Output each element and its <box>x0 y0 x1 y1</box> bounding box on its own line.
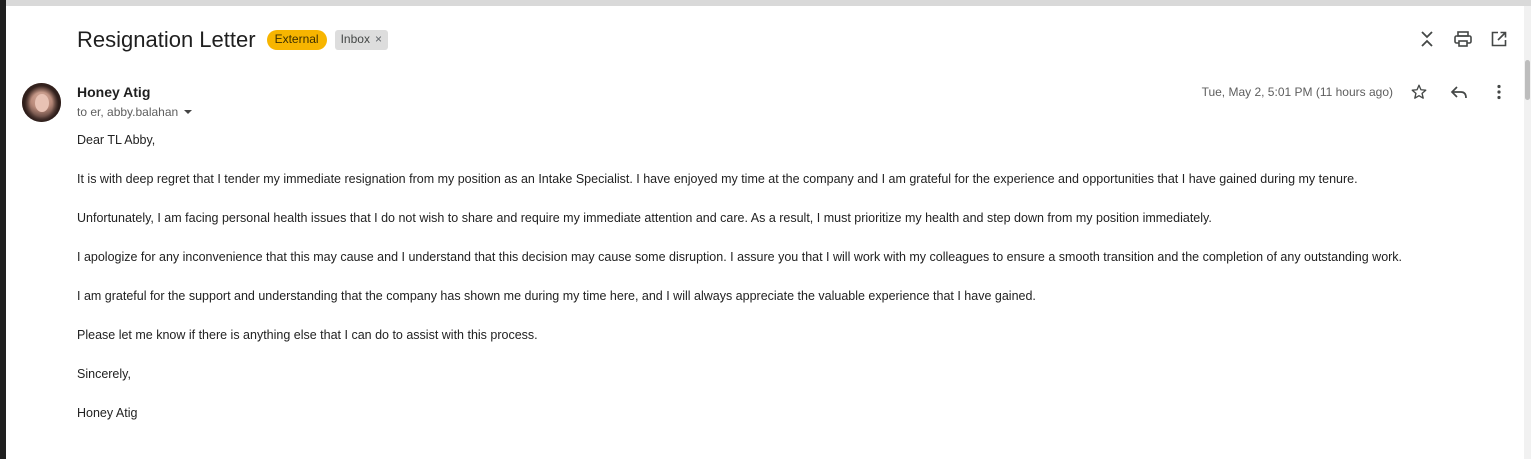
email-paragraph: I apologize for any inconvenience that t… <box>77 250 1403 264</box>
thread-actions <box>1418 30 1508 48</box>
recipients-text: to er, abby.balahan <box>77 105 179 119</box>
email-paragraph: Please let me know if there is anything … <box>77 328 538 342</box>
window-frame: Resignation Letter External Inbox × Hone… <box>0 0 1531 459</box>
star-icon[interactable] <box>1410 83 1428 101</box>
label-inbox[interactable]: Inbox × <box>334 30 388 50</box>
scrollbar[interactable] <box>1524 6 1531 459</box>
collapse-icon[interactable] <box>1418 30 1436 48</box>
avatar-face <box>35 94 49 112</box>
sender-name[interactable]: Honey Atig <box>77 84 150 100</box>
print-icon[interactable] <box>1454 30 1472 48</box>
email-view: Resignation Letter External Inbox × Hone… <box>6 6 1524 459</box>
more-vert-icon[interactable] <box>1490 83 1508 101</box>
label-external[interactable]: External <box>266 30 327 50</box>
recipients: to er, abby.balahan <box>77 105 193 119</box>
message-actions <box>1410 83 1508 101</box>
email-closing: Sincerely, <box>77 367 131 381</box>
scrollbar-thumb[interactable] <box>1525 60 1530 100</box>
email-subject: Resignation Letter <box>77 27 256 52</box>
email-paragraph: Unfortunately, I am facing personal heal… <box>77 211 1212 225</box>
label-inbox-text: Inbox <box>340 32 370 46</box>
subject-row: Resignation Letter External Inbox × <box>77 26 388 54</box>
email-paragraph: I am grateful for the support and unders… <box>77 289 1036 303</box>
email-date: Tue, May 2, 5:01 PM (11 hours ago) <box>1201 85 1393 99</box>
email-greeting: Dear TL Abby, <box>77 133 156 147</box>
open-in-new-window-icon[interactable] <box>1490 30 1508 48</box>
email-body: Dear TL Abby, It is with deep regret tha… <box>77 131 1497 443</box>
sender-avatar[interactable] <box>22 83 61 122</box>
show-details-icon[interactable] <box>184 110 193 114</box>
email-signature: Honey Atig <box>77 406 138 420</box>
remove-label-icon[interactable]: × <box>375 32 382 47</box>
email-paragraph: It is with deep regret that I tender my … <box>77 172 1358 186</box>
reply-icon[interactable] <box>1450 83 1468 101</box>
